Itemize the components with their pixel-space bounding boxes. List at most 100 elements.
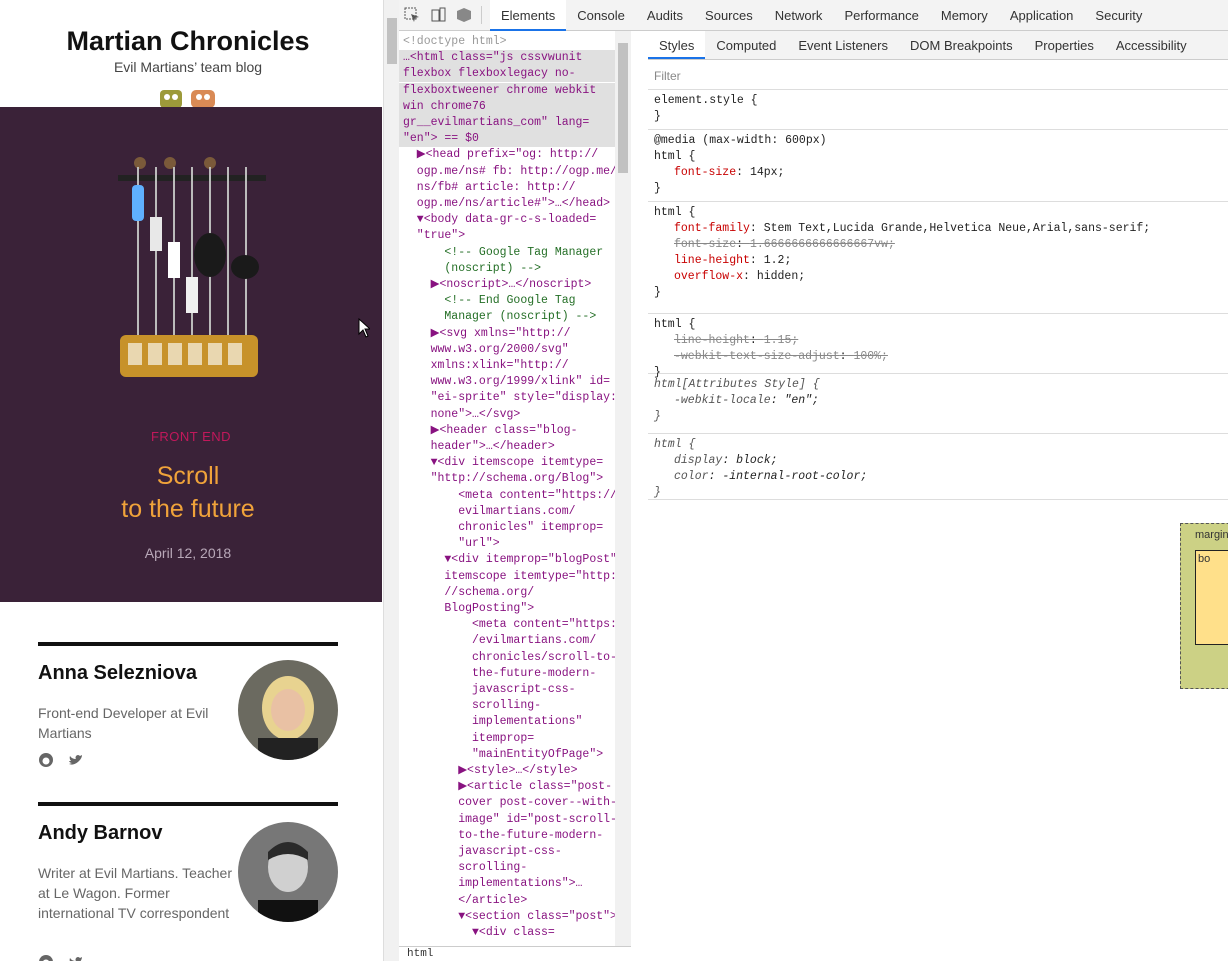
css-property[interactable]: -webkit-locale: "en"; [654, 393, 1228, 409]
box-model-diagram[interactable]: margin bo [1180, 523, 1228, 689]
css-property[interactable]: display: block; [654, 453, 1228, 469]
subtab-dom-breakpoints[interactable]: DOM Breakpoints [899, 31, 1024, 59]
css-property-name[interactable]: display [674, 454, 722, 467]
css-property-name[interactable]: font-size [674, 166, 736, 179]
dom-node-line[interactable]: ▼<div itemscope itemtype= [403, 455, 621, 471]
subtab-event-listeners[interactable]: Event Listeners [787, 31, 899, 59]
dom-node-line[interactable]: www.w3.org/1999/xlink" id= [403, 374, 621, 390]
dom-node-line[interactable]: header">…</header> [403, 439, 621, 455]
device-toolbar-icon[interactable] [425, 2, 451, 28]
dom-node-line[interactable]: implementations" [403, 714, 621, 730]
scrollbar-thumb[interactable] [618, 43, 628, 173]
dom-node-line[interactable]: "true"> [403, 228, 621, 244]
github-icon[interactable] [38, 954, 54, 961]
css-property-value[interactable]: 1.2; [764, 254, 792, 267]
subtab-computed[interactable]: Computed [705, 31, 787, 59]
twitter-icon[interactable] [68, 954, 84, 961]
dom-node-line[interactable]: (noscript) --> [403, 261, 621, 277]
css-property-value[interactable]: block; [736, 454, 777, 467]
dom-node-line[interactable]: ▶<header class="blog- [403, 423, 621, 439]
dom-node-line[interactable]: ▶<svg xmlns="http:// [403, 326, 621, 342]
dom-node-line[interactable]: itemprop= [403, 731, 621, 747]
dom-node-line[interactable]: scrolling- [403, 860, 621, 876]
dom-node-line[interactable]: itemscope itemtype="http: [403, 569, 621, 585]
css-selector[interactable]: @media (max-width: 600px) [654, 133, 1228, 149]
dom-node-line[interactable]: "en"> == $0 [399, 131, 630, 148]
dom-breadcrumb[interactable]: html [399, 946, 631, 961]
tab-sources[interactable]: Sources [694, 0, 764, 31]
css-property[interactable]: font-size: 1.6666666666666667vw; [654, 237, 1228, 253]
css-property-name[interactable]: overflow-x [674, 270, 743, 283]
dom-node-line[interactable]: ▶<article class="post- [403, 779, 621, 795]
dom-node-line[interactable]: <meta content="https:// [403, 488, 621, 504]
css-property-name[interactable]: line-height [674, 254, 750, 267]
elements-tree[interactable]: <!doctype html> …<html class="js cssvwuni… [399, 31, 631, 961]
github-icon[interactable] [38, 752, 54, 768]
dom-node-line[interactable]: cover post-cover--with- [403, 795, 621, 811]
css-property-value[interactable]: hidden; [757, 270, 805, 283]
dom-node-line[interactable]: flexbox flexboxlegacy no- [399, 66, 630, 83]
subtab-properties[interactable]: Properties [1024, 31, 1105, 59]
css-rule[interactable]: html[Attributes Style] {-webkit-locale: … [648, 374, 1228, 434]
scrollbar-thumb[interactable] [387, 18, 397, 64]
dom-node-line[interactable]: javascript-css- [403, 844, 621, 860]
dom-node-line[interactable]: BlogPosting"> [403, 601, 621, 617]
dom-node-line[interactable]: evilmartians.com/ [403, 504, 621, 520]
dom-node-line[interactable]: flexboxtweener chrome webkit [399, 82, 630, 99]
tab-console[interactable]: Console [566, 0, 636, 31]
css-selector[interactable]: html { [654, 205, 1228, 221]
dom-node-line[interactable]: </article> [403, 893, 621, 909]
css-property[interactable]: -webkit-text-size-adjust: 100%; [654, 349, 1228, 365]
dom-node-line[interactable]: chronicles/scroll-to- [403, 650, 621, 666]
css-property-name[interactable]: -webkit-locale [674, 394, 771, 407]
dom-node-line[interactable]: "url"> [403, 536, 621, 552]
css-property[interactable]: line-height: 1.2; [654, 253, 1228, 269]
css-property-value[interactable]: 1.15; [764, 334, 799, 347]
css-property-value[interactable]: Stem Text,Lucida Grande,Helvetica Neue,A… [764, 222, 1150, 235]
dom-node-line[interactable]: /evilmartians.com/ [403, 633, 621, 649]
dom-node-line[interactable]: javascript-css- [403, 682, 621, 698]
dom-node-line[interactable]: ▼<div itemprop="blogPost" [403, 552, 621, 568]
dom-node-line[interactable]: ▼<body data-gr-c-s-loaded= [403, 212, 621, 228]
css-selector[interactable]: html { [654, 317, 1228, 333]
dom-node-line[interactable]: ns/fb# article: http:// [403, 180, 621, 196]
tab-performance[interactable]: Performance [833, 0, 929, 31]
css-rule[interactable]: @media (max-width: 600px) html {font-size… [648, 130, 1228, 202]
css-selector[interactable]: element.style { [654, 93, 1228, 109]
dom-node-line[interactable]: chronicles" itemprop= [403, 520, 621, 536]
dom-node-line[interactable]: www.w3.org/2000/svg" [403, 342, 621, 358]
dom-node-line[interactable]: xmlns:xlink="http:// [403, 358, 621, 374]
dom-node-line[interactable]: ogp.me/ns# fb: http://ogp.me/ [403, 164, 621, 180]
css-selector[interactable]: html[Attributes Style] { [654, 377, 1228, 393]
css-selector[interactable]: html { [654, 437, 1228, 453]
css-property-name[interactable]: font-size [674, 238, 736, 251]
extension-cube-icon[interactable] [451, 2, 477, 28]
css-property[interactable]: color: -internal-root-color; [654, 469, 1228, 485]
css-rule[interactable]: element.style {} [648, 90, 1228, 130]
tab-network[interactable]: Network [764, 0, 834, 31]
css-property-value[interactable]: "en"; [784, 394, 819, 407]
author-name[interactable]: Andy Barnov [38, 822, 162, 845]
subtab-styles[interactable]: Styles [648, 31, 706, 59]
css-selector[interactable]: html { [654, 149, 1228, 165]
css-property-value[interactable]: 100%; [853, 350, 888, 363]
dom-node-line[interactable]: <!-- End Google Tag [403, 293, 621, 309]
styles-filter-input[interactable]: Filter [648, 60, 1228, 90]
tab-audits[interactable]: Audits [636, 0, 694, 31]
inspect-element-icon[interactable] [399, 2, 425, 28]
css-rule[interactable]: html {font-family: Stem Text,Lucida Gran… [648, 202, 1228, 314]
css-property[interactable]: overflow-x: hidden; [654, 269, 1228, 285]
twitter-icon[interactable] [68, 752, 84, 768]
tab-memory[interactable]: Memory [930, 0, 999, 31]
dom-node-line[interactable]: win chrome76 [399, 98, 630, 115]
dom-node-line[interactable]: //schema.org/ [403, 585, 621, 601]
css-property[interactable]: font-size: 14px; [654, 165, 1228, 181]
dom-node-line[interactable]: "mainEntityOfPage"> [403, 747, 621, 763]
dom-node-line[interactable]: image" id="post-scroll- [403, 812, 621, 828]
page-scrollbar[interactable] [383, 0, 399, 961]
dom-node-line[interactable]: ▶<noscript>…</noscript> [403, 277, 621, 293]
css-rule[interactable]: html {line-height: 1.15; -webkit-text-siz… [648, 314, 1228, 379]
css-property[interactable]: font-family: Stem Text,Lucida Grande,Hel… [654, 221, 1228, 237]
tab-application[interactable]: Application [999, 0, 1085, 31]
css-property-value[interactable]: -internal-root-color; [722, 470, 867, 483]
